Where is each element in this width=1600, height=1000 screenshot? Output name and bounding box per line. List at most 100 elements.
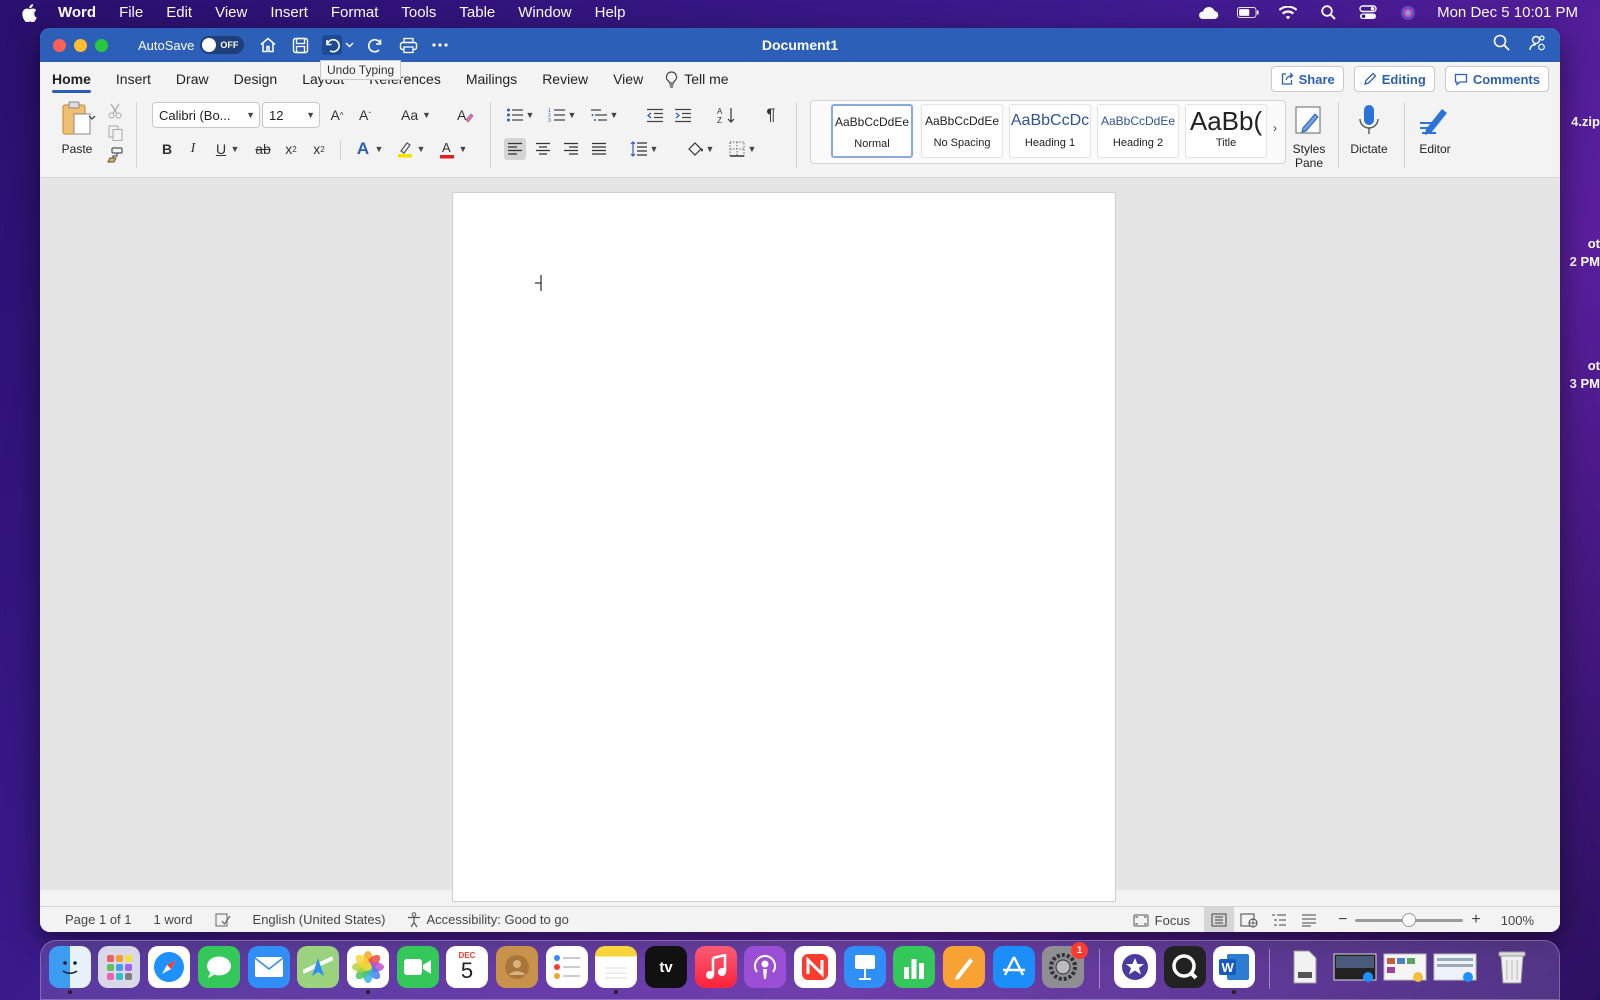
highlight-color-icon[interactable] [394, 138, 416, 160]
increase-indent-icon[interactable] [672, 104, 694, 126]
microsoft-word-icon[interactable]: W [1213, 946, 1255, 988]
editing-mode-button[interactable]: Editing [1353, 66, 1435, 92]
font-color-chevron-icon[interactable]: ▼ [456, 138, 470, 160]
style-title[interactable]: AaBb( Title [1185, 104, 1267, 158]
superscript-icon[interactable]: x2 [308, 138, 330, 160]
focus-mode-button[interactable]: Focus [1133, 913, 1190, 928]
multilevel-list-icon[interactable] [588, 104, 610, 126]
control-center-icon[interactable] [1357, 5, 1379, 21]
tab-view[interactable]: View [613, 62, 643, 96]
word-count[interactable]: 1 word [154, 912, 193, 927]
font-size-dropdown[interactable]: 12 ▼ [262, 102, 320, 128]
draft-view-icon[interactable] [1294, 907, 1324, 932]
menubar-clock[interactable]: Mon Dec 5 10:01 PM [1437, 4, 1578, 21]
redo-icon[interactable] [366, 35, 386, 55]
menu-edit[interactable]: Edit [166, 4, 192, 21]
borders-chevron-icon[interactable]: ▼ [746, 138, 758, 160]
comments-button[interactable]: Comments [1444, 66, 1549, 92]
quicktime-icon[interactable] [1164, 946, 1206, 988]
web-layout-view-icon[interactable] [1234, 907, 1264, 932]
autosave-control[interactable]: AutoSave OFF [138, 36, 245, 54]
strikethrough-icon[interactable]: ab [252, 138, 274, 160]
language-indicator[interactable]: English (United States) [253, 912, 386, 927]
tab-draw[interactable]: Draw [176, 62, 209, 96]
minimize-window-button[interactable] [74, 38, 87, 52]
accessibility-checker[interactable]: Accessibility: Good to go [407, 911, 569, 928]
downloads-stack-icon[interactable] [1431, 946, 1479, 988]
share-button[interactable]: Share [1270, 66, 1344, 92]
tab-home[interactable]: Home [52, 62, 91, 96]
account-icon[interactable] [1528, 34, 1546, 57]
icloud-icon[interactable] [1197, 5, 1219, 21]
style-heading-2[interactable]: AaBbCcDdEe Heading 2 [1097, 104, 1179, 158]
style-heading-1[interactable]: AaBbCcDc Heading 1 [1009, 104, 1091, 158]
tab-insert[interactable]: Insert [116, 62, 151, 96]
bullets-chevron-icon[interactable]: ▼ [524, 104, 536, 126]
spotlight-search-icon[interactable] [1317, 5, 1339, 21]
search-icon[interactable] [1493, 34, 1510, 57]
shading-icon[interactable] [684, 138, 706, 160]
grow-font-icon[interactable]: A ^ [326, 104, 348, 126]
font-color-icon[interactable]: A [436, 138, 458, 160]
facetime-icon[interactable] [397, 946, 439, 988]
text-effects-chevron-icon[interactable]: ▼ [372, 138, 386, 160]
decrease-indent-icon[interactable] [644, 104, 666, 126]
proofing-icon[interactable] [215, 913, 231, 927]
close-window-button[interactable] [53, 38, 66, 52]
outline-view-icon[interactable] [1264, 907, 1294, 932]
mail-icon[interactable] [248, 946, 290, 988]
pages-icon[interactable] [943, 946, 985, 988]
calendar-icon[interactable]: DEC 5 [446, 946, 488, 988]
styles-pane-button[interactable]: Styles Pane [1286, 100, 1332, 170]
save-icon[interactable] [290, 35, 310, 55]
zoom-slider-thumb[interactable] [1402, 912, 1417, 927]
underline-dropdown-chevron-icon[interactable]: ▼ [228, 138, 242, 160]
multilevel-chevron-icon[interactable]: ▼ [608, 104, 620, 126]
borders-icon[interactable] [726, 138, 748, 160]
line-spacing-chevron-icon[interactable]: ▼ [648, 138, 660, 160]
dictate-button[interactable]: Dictate [1346, 100, 1392, 156]
style-no-spacing[interactable]: AaBbCcDdEe No Spacing [921, 104, 1003, 158]
bullets-icon[interactable] [504, 104, 526, 126]
show-formatting-marks-icon[interactable]: ¶ [760, 104, 782, 126]
cut-icon[interactable] [106, 102, 124, 120]
menu-window[interactable]: Window [518, 4, 571, 21]
battery-icon[interactable] [1237, 5, 1259, 21]
bold-icon[interactable]: B [156, 138, 178, 160]
apple-tv-icon[interactable]: tv [645, 946, 687, 988]
change-case-button[interactable]: Aa ▼ [398, 104, 434, 126]
style-normal[interactable]: AaBbCcDdEe Normal [831, 104, 913, 158]
music-icon[interactable] [695, 946, 737, 988]
undo-icon[interactable] [322, 35, 343, 55]
news-icon[interactable] [794, 946, 836, 988]
zoom-level[interactable]: 100% [1501, 913, 1534, 928]
maps-icon[interactable] [297, 946, 339, 988]
menu-format[interactable]: Format [331, 4, 379, 21]
document-stack-icon[interactable] [1284, 946, 1326, 988]
menu-table[interactable]: Table [459, 4, 495, 21]
photos-icon[interactable] [347, 946, 389, 988]
podcasts-icon[interactable] [744, 946, 786, 988]
menu-help[interactable]: Help [595, 4, 626, 21]
trash-icon[interactable] [1491, 946, 1533, 988]
print-icon[interactable] [398, 35, 418, 55]
clear-formatting-icon[interactable]: A [454, 104, 476, 126]
undo-dropdown-chevron-icon[interactable] [344, 35, 354, 55]
tab-review[interactable]: Review [542, 62, 588, 96]
wifi-icon[interactable] [1277, 5, 1299, 21]
imovie-icon[interactable] [1114, 946, 1156, 988]
app-store-icon[interactable] [993, 946, 1035, 988]
screenshot-stack-icon[interactable] [1331, 946, 1379, 988]
more-options-icon[interactable] [430, 35, 450, 55]
system-preferences-icon[interactable]: 1 [1042, 942, 1088, 988]
editor-button[interactable]: Editor [1412, 100, 1458, 156]
launchpad-icon[interactable] [98, 946, 140, 988]
justify-icon[interactable] [588, 138, 610, 160]
menu-insert[interactable]: Insert [270, 4, 308, 21]
text-effects-icon[interactable]: A [352, 138, 374, 160]
zoom-window-button[interactable] [95, 38, 108, 52]
highlight-chevron-icon[interactable]: ▼ [414, 138, 428, 160]
copy-icon[interactable] [106, 124, 124, 142]
page-count[interactable]: Page 1 of 1 [65, 912, 132, 927]
paste-button[interactable]: Paste [52, 100, 102, 156]
